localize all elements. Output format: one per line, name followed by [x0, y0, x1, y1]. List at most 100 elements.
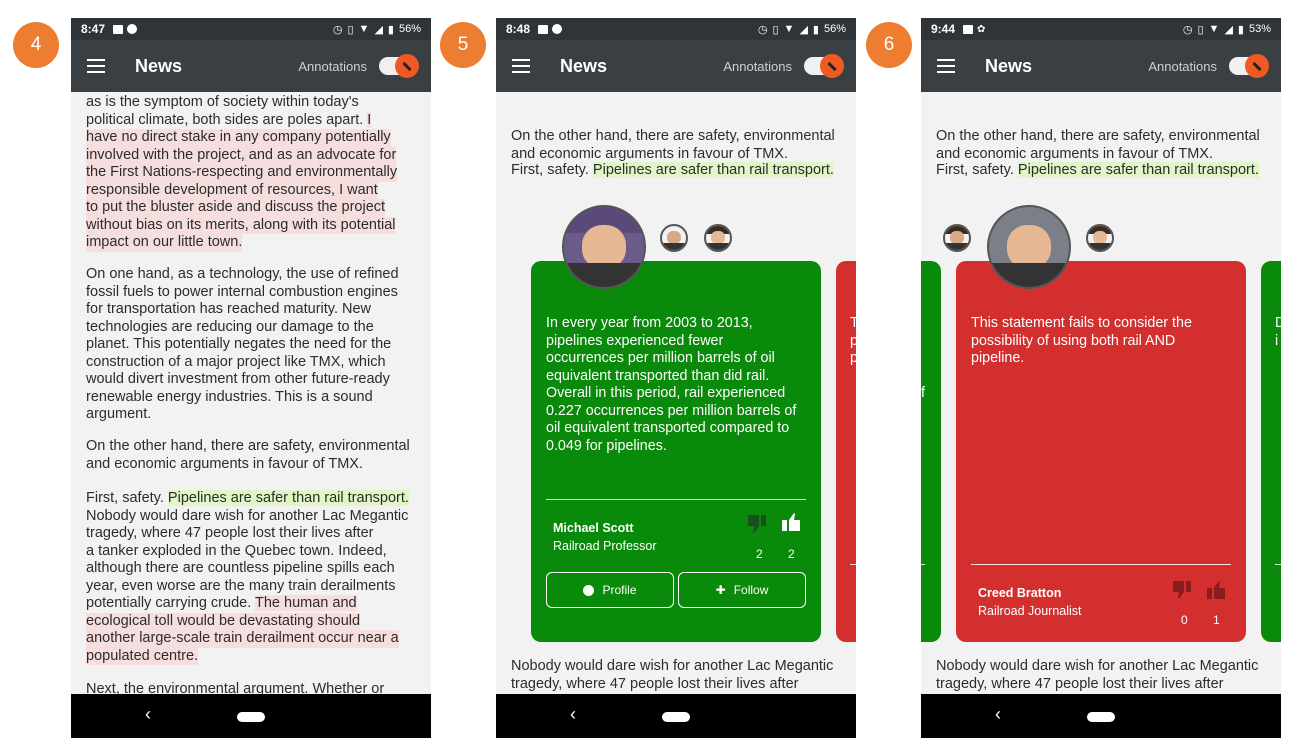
highlighted-line[interactable]: another large-scale train derailment occ… — [86, 630, 399, 648]
home-pill-icon[interactable] — [1087, 712, 1115, 722]
signal-icon: ◢ — [799, 23, 808, 36]
image-icon — [538, 24, 549, 34]
highlighted-line[interactable]: the First Nations-respecting and environ… — [86, 164, 398, 182]
battery-level: 53% — [1248, 23, 1271, 35]
annotator-avatar[interactable] — [943, 224, 971, 252]
annotator-avatar[interactable] — [704, 224, 732, 252]
follow-button[interactable]: ✚ Follow — [678, 572, 806, 608]
highlighted-line[interactable]: responsible development of resources, I … — [86, 181, 378, 199]
image-icon — [113, 24, 124, 34]
highlighted-line[interactable]: without bias on its merits, along with i… — [86, 216, 396, 234]
highlighted-line[interactable]: to put the bluster aside and discuss the… — [86, 199, 386, 217]
wifi-icon: ▼ — [1208, 23, 1220, 35]
text-line: Next, the environmental argument. Whethe… — [86, 681, 385, 694]
back-icon[interactable]: ‹ — [570, 704, 576, 725]
like-count: 2 — [788, 547, 795, 561]
annotator-avatar-large[interactable] — [987, 205, 1071, 289]
battery-icon: ▮ — [812, 23, 819, 36]
author-role: Railroad Professor — [553, 539, 657, 553]
article-content: as is the symptom of society within toda… — [71, 92, 431, 694]
alarm-icon: ◷ — [757, 23, 768, 36]
text-line: renewable energy industries. This is a s… — [86, 388, 373, 405]
previous-annotation-card[interactable]: f — [921, 261, 941, 642]
home-pill-icon[interactable] — [237, 712, 265, 722]
vibrate-icon: ▯ — [347, 23, 354, 36]
article-paragraph: On the other hand, there are safety, env… — [936, 128, 1268, 163]
text-line: tragedy, where 47 people lost their live… — [511, 675, 799, 692]
annotations-toggle[interactable] — [804, 54, 844, 78]
next-annotation-card[interactable]: T p p — [836, 261, 856, 642]
annotation-text: This statement fails to consider the pos… — [971, 315, 1192, 366]
article-paragraph: as is the symptom of society within toda… — [86, 94, 418, 252]
text-line: planet. This potentially negates the nee… — [86, 336, 392, 352]
annotation-card[interactable]: In every year from 2003 to 2013, pipelin… — [531, 261, 821, 642]
vibrate-icon: ▯ — [1197, 23, 1204, 36]
alarm-icon: ◷ — [1182, 23, 1193, 36]
text-line: and economic arguments in favour of TMX. — [86, 455, 363, 472]
highlighted-line[interactable]: ecological toll would be devastating sho… — [86, 612, 361, 630]
profile-icon — [583, 584, 595, 596]
message-icon — [127, 24, 138, 34]
annotations-toggle[interactable] — [379, 54, 419, 78]
back-icon[interactable]: ‹ — [995, 704, 1001, 725]
highlight-green[interactable]: Pipelines are safer than rail transport. — [1017, 162, 1259, 178]
battery-level: 56% — [398, 23, 421, 35]
dislike-count: 0 — [1181, 613, 1188, 627]
status-bar: 8:47 ◷ ▯ ▼ ◢ ▮ 56% — [71, 18, 431, 40]
thumbs-down-icon[interactable] — [1172, 581, 1192, 599]
annotation-card[interactable]: This statement fails to consider the pos… — [956, 261, 1246, 642]
page-title: News — [135, 55, 183, 76]
phone-screen-4: 8:47 ◷ ▯ ▼ ◢ ▮ 56% News Annotations as i… — [71, 18, 431, 738]
highlight-green[interactable]: Pipelines are safer than rail transport. — [167, 490, 409, 506]
highlighted-line[interactable]: impact on our little town. — [86, 234, 243, 252]
card-divider — [921, 564, 925, 565]
step-badge-6: 6 — [866, 22, 912, 68]
author-name: Creed Bratton — [978, 586, 1062, 600]
text-line: tragedy, where 47 people lost their live… — [936, 675, 1224, 692]
text-line: and economic arguments in favour of TMX. — [511, 145, 788, 162]
text-line: On the other hand, there are safety, env… — [86, 438, 410, 454]
highlighted-line[interactable]: have no direct stake in any company pote… — [86, 129, 391, 147]
page-title: News — [560, 55, 608, 76]
back-icon[interactable]: ‹ — [145, 704, 151, 725]
alarm-icon: ◷ — [332, 23, 343, 36]
article-paragraph: On the other hand, there are safety, env… — [511, 128, 843, 163]
highlighted-line[interactable]: involved with the project, and as an adv… — [86, 146, 397, 164]
step-badge-4: 4 — [13, 22, 59, 68]
highlighted-line[interactable]: populated centre. — [86, 647, 199, 665]
thumbs-down-icon[interactable] — [747, 515, 767, 533]
home-pill-icon[interactable] — [662, 712, 690, 722]
pen-icon — [820, 54, 844, 78]
thumbs-up-icon[interactable] — [1206, 581, 1226, 599]
article-paragraph: First, safety. Pipelines are safer than … — [86, 490, 418, 665]
status-time: 8:48 — [506, 22, 531, 36]
author-role: Railroad Journalist — [978, 604, 1082, 618]
annotator-avatar-large[interactable] — [562, 205, 646, 289]
profile-button[interactable]: Profile — [546, 572, 674, 608]
card-divider — [971, 564, 1231, 565]
card-divider — [1275, 564, 1281, 565]
annotator-avatar[interactable] — [1086, 224, 1114, 252]
status-time: 8:47 — [81, 22, 106, 36]
add-user-icon: ✚ — [715, 583, 726, 597]
highlight-green[interactable]: Pipelines are safer than rail transport. — [592, 162, 834, 178]
phone-screen-5: 8:48 ◷ ▯ ▼ ◢ ▮ 56% News Annotations On t… — [496, 18, 856, 738]
article-paragraph: Next, the environmental argument. Whethe… — [86, 681, 418, 694]
text-line: tragedy, where 47 people lost their live… — [86, 525, 374, 541]
hamburger-menu-icon[interactable] — [512, 59, 530, 73]
text-line: year, even worse are the many train dera… — [86, 577, 396, 594]
like-count: 1 — [1213, 613, 1220, 627]
image-icon — [963, 24, 974, 34]
annotator-avatar[interactable] — [660, 224, 688, 252]
text-line: Nobody would dare wish for another Lac M… — [86, 507, 409, 524]
annotations-toggle[interactable] — [1229, 54, 1269, 78]
text-line: Nobody would dare wish for another Lac M… — [936, 658, 1259, 674]
signal-icon: ◢ — [374, 23, 383, 36]
text-line: a tanker exploded in the Quebec town. In… — [86, 542, 387, 559]
thumbs-up-icon[interactable] — [781, 513, 801, 531]
text-line: technologies are reducing our damage to … — [86, 318, 374, 335]
hamburger-menu-icon[interactable] — [87, 59, 105, 73]
hamburger-menu-icon[interactable] — [937, 59, 955, 73]
next-annotation-card[interactable]: D i — [1261, 261, 1281, 642]
text-line: On the other hand, there are safety, env… — [936, 128, 1260, 144]
